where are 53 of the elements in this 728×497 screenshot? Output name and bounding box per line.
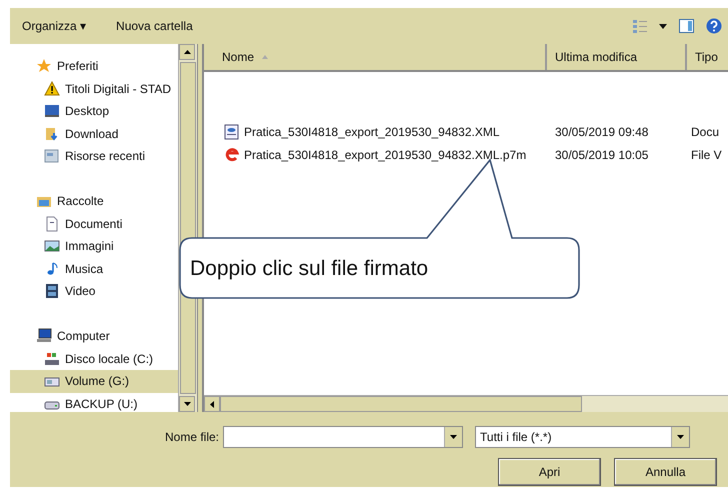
nav-item[interactable]: Immagini: [10, 235, 178, 258]
nav-item[interactable]: Titoli Digitali - STAD: [10, 78, 178, 100]
nav-item[interactable]: BACKUP (U:): [10, 392, 178, 412]
dialog-button[interactable]: Annulla: [614, 458, 717, 486]
caret-icon[interactable]: [659, 24, 667, 28]
nav-item[interactable]: Video: [10, 280, 178, 302]
recent-icon: [44, 148, 60, 164]
help-icon[interactable]: [706, 18, 722, 34]
file-name-label: Nome file:: [165, 430, 220, 444]
favorites-icon: [36, 58, 52, 74]
dialog-button[interactable]: Apri: [498, 458, 601, 486]
nav-item[interactable]: Raccolte: [10, 190, 178, 212]
nav-item[interactable]: Preferiti: [10, 55, 178, 78]
scroll-left-icon[interactable]: [210, 400, 214, 408]
column-header[interactable]: Tipo: [687, 44, 728, 70]
column-header[interactable]: Nome: [204, 44, 547, 70]
file-name-field[interactable]: [223, 426, 464, 448]
type-cell-text: File V: [690, 148, 723, 162]
letter-e-icon: [224, 146, 240, 162]
video-icon: [44, 283, 60, 300]
dropdown-icon[interactable]: [450, 435, 458, 439]
organize-menu[interactable]: Organizza ▾: [18, 17, 90, 35]
dropdown-icon[interactable]: [677, 435, 684, 439]
disk-icon: [44, 350, 60, 367]
file-name: Pratica_530I4818_export_2019530_94832.XML.p7m: [244, 148, 526, 162]
desktop-icon: [44, 103, 60, 120]
document-icon: [224, 124, 240, 140]
scroll-down-icon[interactable]: [184, 402, 190, 406]
type-cell-text: Docu: [690, 124, 720, 138]
nav-item[interactable]: Disco locale (C:): [10, 348, 178, 370]
date-cell-text: 30/05/2019 10:05: [554, 148, 650, 162]
computer-icon: [36, 328, 52, 344]
nav-item[interactable]: Download: [10, 122, 178, 145]
scroll-up-icon[interactable]: [184, 50, 190, 54]
download-icon: [44, 126, 60, 142]
warning-icon: [44, 80, 60, 97]
nav-item[interactable]: Desktop: [10, 100, 178, 122]
image-icon: [44, 238, 60, 254]
date-cell-text: 30/05/2019 09:48: [554, 124, 650, 138]
nav-item[interactable]: Computer: [10, 325, 178, 348]
new-folder-button[interactable]: Nuova cartella: [112, 17, 197, 35]
column-header[interactable]: Ultima modifica: [547, 44, 687, 70]
callout-text: Doppio clic sul file firmato: [190, 257, 428, 281]
nav-item[interactable]: Documenti: [10, 212, 178, 235]
horizontal-scrollbar[interactable]: [204, 395, 728, 412]
file-name: Pratica_530I4818_export_2019530_94832.XML: [244, 124, 500, 138]
nav-item[interactable]: Risorse recenti: [10, 145, 178, 168]
file-type-dropdown[interactable]: Tutti i file (*.*): [475, 426, 690, 448]
nav-item[interactable]: Musica: [10, 258, 178, 280]
document-icon: [44, 216, 60, 232]
preview-pane-icon[interactable]: [679, 19, 694, 33]
sort-arrow-icon: [262, 55, 268, 59]
nav-item[interactable]: Volume (G:): [10, 370, 178, 392]
